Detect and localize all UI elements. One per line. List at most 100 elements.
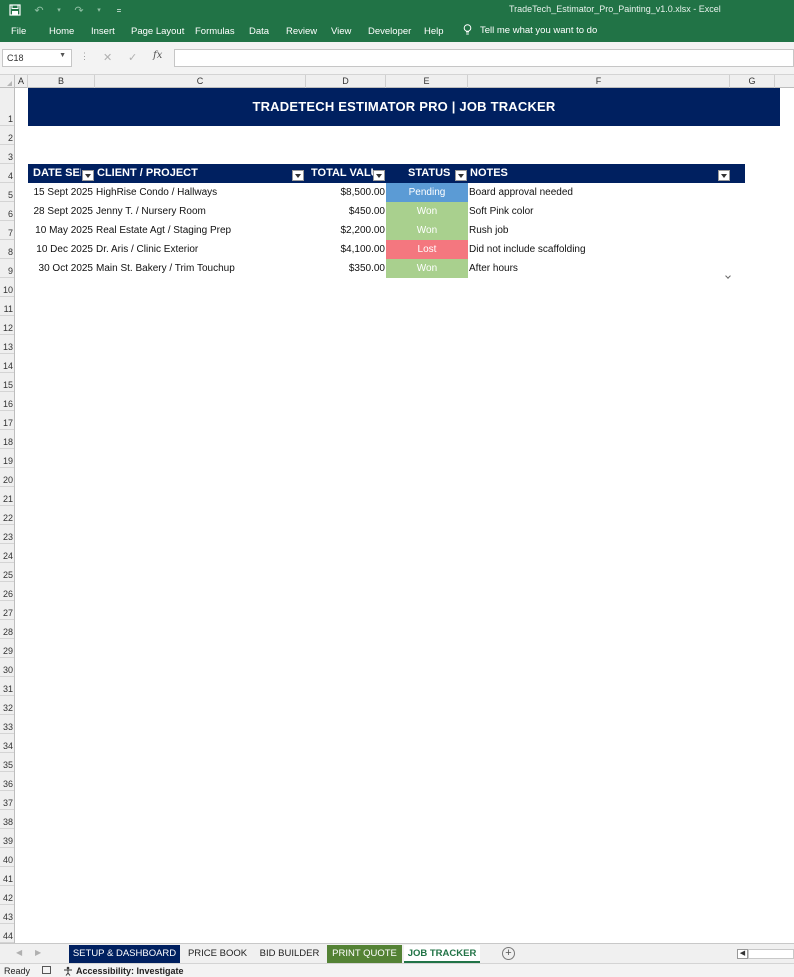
row-header[interactable]: 38 (0, 810, 14, 829)
tab-formulas[interactable]: Formulas (195, 26, 235, 37)
cell-client-project[interactable]: Dr. Aris / Clinic Exterior (96, 240, 305, 259)
macro-recorder-icon[interactable] (42, 966, 51, 974)
row-header[interactable]: 37 (0, 791, 14, 810)
row-header[interactable]: 31 (0, 677, 14, 696)
cell-client-project[interactable]: Real Estate Agt / Staging Prep (96, 221, 305, 240)
insert-function-icon[interactable]: fx (153, 50, 162, 61)
cell-notes[interactable]: Did not include scaffolding (469, 240, 729, 259)
cell-client-project[interactable]: HighRise Condo / Hallways (96, 183, 305, 202)
cell-date-sent[interactable]: 28 Sept 2025 (28, 202, 94, 221)
row-header[interactable]: 24 (0, 544, 14, 563)
column-header-c[interactable]: C (95, 75, 306, 88)
cell-notes[interactable]: Rush job (469, 221, 729, 240)
row-header[interactable]: 41 (0, 867, 14, 886)
row-header[interactable]: 10 (0, 278, 14, 297)
cell-status-lost[interactable]: Lost (386, 240, 468, 259)
row-header[interactable]: 28 (0, 620, 14, 639)
tab-data[interactable]: Data (249, 26, 269, 37)
row-header[interactable]: 40 (0, 848, 14, 867)
cell-date-sent[interactable]: 10 Dec 2025 (28, 240, 93, 259)
redo-dropdown-icon[interactable]: ▾ (96, 3, 102, 17)
cell-total-value[interactable]: $450.00 (306, 202, 385, 221)
cell-notes[interactable]: Soft Pink color (469, 202, 729, 221)
cell-date-sent[interactable]: 10 May 2025 (28, 221, 93, 240)
table-row[interactable]: 10 May 2025 Real Estate Agt / Staging Pr… (28, 221, 745, 240)
sheet-tab-bid-builder[interactable]: BID BUILDER (255, 945, 324, 963)
row-header[interactable]: 1 (0, 88, 14, 126)
row-header[interactable]: 36 (0, 772, 14, 791)
row-header[interactable]: 22 (0, 506, 14, 525)
table-row[interactable]: 15 Sept 2025 HighRise Condo / Hallways $… (28, 183, 745, 202)
undo-icon[interactable]: ↶ (32, 3, 46, 17)
sheet-tab-print-quote[interactable]: PRINT QUOTE (327, 945, 402, 963)
row-header[interactable]: 21 (0, 487, 14, 506)
horizontal-scrollbar[interactable] (748, 949, 794, 959)
enter-check-icon[interactable]: ✓ (128, 51, 137, 64)
redo-icon[interactable]: ↷ (72, 3, 86, 17)
tab-page-layout[interactable]: Page Layout (131, 26, 184, 37)
sheet-tab-price-book[interactable]: PRICE BOOK (182, 945, 253, 963)
row-header[interactable]: 9 (0, 259, 14, 278)
row-header[interactable]: 2 (0, 126, 14, 145)
cell-date-sent[interactable]: 15 Sept 2025 (28, 183, 94, 202)
select-all-corner[interactable] (0, 75, 15, 88)
scroll-tabs-left-icon[interactable]: ◀ (16, 948, 22, 957)
tab-review[interactable]: Review (286, 26, 317, 37)
row-header[interactable]: 29 (0, 639, 14, 658)
row-header[interactable]: 34 (0, 734, 14, 753)
row-header[interactable]: 14 (0, 354, 14, 373)
cell-status-pending[interactable]: Pending (386, 183, 468, 202)
row-header[interactable]: 23 (0, 525, 14, 544)
cell-notes[interactable]: Board approval needed (469, 183, 729, 202)
column-header-b[interactable]: B (28, 75, 95, 88)
cell-date-sent[interactable]: 30 Oct 2025 (28, 259, 93, 278)
add-sheet-icon[interactable]: + (502, 947, 515, 960)
cell-notes[interactable]: After hours (469, 259, 729, 278)
row-header[interactable]: 18 (0, 430, 14, 449)
sheet-tab-setup-dashboard[interactable]: SETUP & DASHBOARD (69, 945, 180, 963)
row-header[interactable]: 32 (0, 696, 14, 715)
cell-status-won[interactable]: Won (386, 221, 468, 240)
column-header-d[interactable]: D (306, 75, 386, 88)
row-header[interactable]: 15 (0, 373, 14, 392)
name-box[interactable]: C18 ▼ (2, 49, 72, 67)
row-header[interactable]: 6 (0, 202, 14, 221)
scroll-left-icon[interactable]: ◀ (737, 949, 748, 959)
undo-dropdown-icon[interactable]: ▾ (56, 3, 62, 17)
cell-total-value[interactable]: $2,200.00 (306, 221, 386, 240)
filter-dropdown-icon[interactable] (82, 170, 94, 181)
cell-status-won[interactable]: Won (386, 202, 468, 221)
filter-dropdown-icon[interactable] (718, 170, 730, 181)
cell-client-project[interactable]: Main St. Bakery / Trim Touchup (96, 259, 305, 278)
row-header[interactable]: 25 (0, 563, 14, 582)
tab-insert[interactable]: Insert (91, 26, 115, 37)
row-header[interactable]: 20 (0, 468, 14, 487)
row-header[interactable]: 42 (0, 886, 14, 905)
filter-dropdown-icon[interactable] (455, 170, 467, 181)
column-header-g[interactable]: G (730, 75, 775, 88)
formula-input[interactable] (174, 49, 794, 67)
tell-me-box[interactable]: Tell me what you want to do (463, 24, 597, 36)
formula-bar-splitter-icon[interactable]: ⋮ (80, 51, 89, 62)
cell-total-value[interactable]: $8,500.00 (306, 183, 386, 202)
scroll-tabs-right-icon[interactable]: ▶ (35, 948, 41, 957)
filter-dropdown-icon[interactable] (292, 170, 304, 181)
save-icon[interactable] (8, 3, 22, 17)
row-header[interactable]: 43 (0, 905, 14, 924)
tab-help[interactable]: Help (424, 26, 444, 37)
row-header[interactable]: 12 (0, 316, 14, 335)
row-header[interactable]: 33 (0, 715, 14, 734)
tab-file[interactable]: File (11, 26, 26, 37)
tab-developer[interactable]: Developer (368, 26, 411, 37)
customize-qat-icon[interactable]: = (112, 3, 126, 17)
table-row[interactable]: 10 Dec 2025 Dr. Aris / Clinic Exterior $… (28, 240, 745, 259)
sheet-tab-job-tracker[interactable]: JOB TRACKER (404, 945, 480, 963)
row-header[interactable]: 44 (0, 924, 14, 943)
tab-view[interactable]: View (331, 26, 351, 37)
row-header[interactable]: 4 (0, 164, 14, 183)
row-header[interactable]: 35 (0, 753, 14, 772)
cell-total-value[interactable]: $4,100.00 (306, 240, 386, 259)
row-header[interactable]: 7 (0, 221, 14, 240)
table-row[interactable]: 30 Oct 2025 Main St. Bakery / Trim Touch… (28, 259, 745, 278)
table-row[interactable]: 28 Sept 2025 Jenny T. / Nursery Room $45… (28, 202, 745, 221)
